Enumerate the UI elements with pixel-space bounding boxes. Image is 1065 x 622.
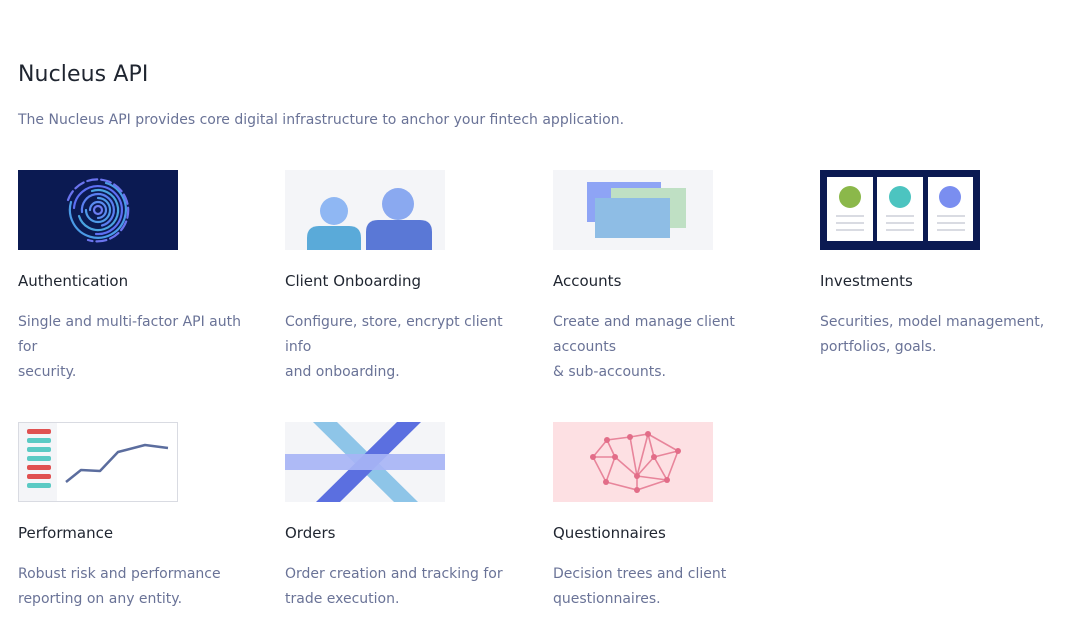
card-title: Accounts bbox=[553, 272, 622, 290]
card-description: Decision trees and client questionnaires… bbox=[553, 566, 727, 607]
card-performance[interactable]: Performance Robust risk and performance … bbox=[18, 422, 263, 612]
page-subtitle: The Nucleus API provides core digital in… bbox=[18, 112, 625, 128]
card-description: Configure, store, encrypt client info an… bbox=[285, 314, 503, 380]
card-description: Single and multi-factor API auth for sec… bbox=[18, 314, 241, 380]
stacked-cards-icon bbox=[553, 170, 713, 250]
card-accounts[interactable]: Accounts Create and manage client accoun… bbox=[553, 170, 798, 385]
card-description: Order creation and tracking for trade ex… bbox=[285, 566, 503, 607]
card-description: Create and manage client accounts & sub-… bbox=[553, 314, 735, 380]
card-description: Securities, model management, portfolios… bbox=[820, 314, 1045, 355]
fingerprint-icon bbox=[18, 170, 178, 250]
card-title: Authentication bbox=[18, 272, 129, 290]
line-chart-icon bbox=[18, 422, 178, 502]
card-orders[interactable]: Orders Order creation and tracking for t… bbox=[285, 422, 530, 612]
card-title: Client Onboarding bbox=[285, 272, 422, 290]
card-investments[interactable]: Investments Securities, model management… bbox=[820, 170, 1065, 360]
card-title: Questionnaires bbox=[553, 524, 666, 542]
page-title: Nucleus API bbox=[18, 62, 149, 87]
network-nodes-icon bbox=[553, 422, 713, 502]
card-title: Orders bbox=[285, 524, 336, 542]
card-title: Performance bbox=[18, 524, 114, 542]
portfolio-cards-icon bbox=[820, 170, 980, 250]
card-client-onboarding[interactable]: Client Onboarding Configure, store, encr… bbox=[285, 170, 530, 385]
crossing-arrows-icon bbox=[285, 422, 445, 502]
card-title: Investments bbox=[820, 272, 913, 290]
card-description: Robust risk and performance reporting on… bbox=[18, 566, 221, 607]
card-authentication[interactable]: Authentication Single and multi-factor A… bbox=[18, 170, 263, 385]
people-icon bbox=[285, 170, 445, 250]
card-questionnaires[interactable]: Questionnaires Decision trees and client… bbox=[553, 422, 798, 612]
